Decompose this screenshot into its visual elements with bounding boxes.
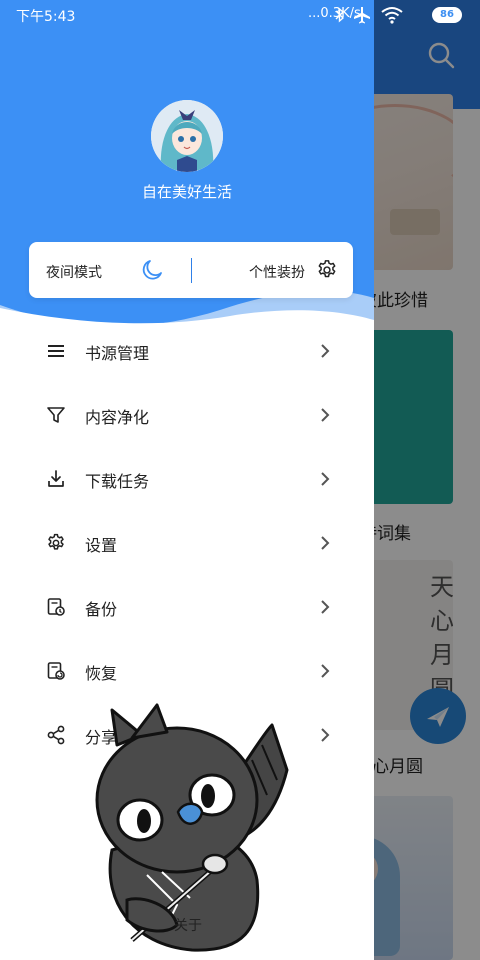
menu-item-label: 设置: [85, 536, 118, 555]
menu-item-label: 书源管理: [85, 344, 150, 363]
menu-item-settings[interactable]: 设置: [0, 512, 374, 576]
about-menu-item[interactable]: 关于: [174, 915, 202, 935]
menu-item-label: 下载任务: [85, 472, 150, 491]
share-icon: [47, 725, 65, 745]
chevron-right-icon: [321, 472, 330, 486]
menu-item-download-tasks[interactable]: 下载任务: [0, 448, 374, 512]
status-time: 下午5:43: [16, 9, 76, 25]
menu-item-book-source[interactable]: 书源管理: [0, 320, 374, 384]
avatar[interactable]: [151, 100, 223, 172]
navigation-drawer: 自在美好生活 夜间模式 个性装扮 书源管理 内容净化 下载任务 设置 备份 恢复…: [0, 0, 374, 960]
wifi-icon: [381, 7, 403, 24]
gear-icon: [318, 260, 336, 278]
chevron-right-icon: [321, 664, 330, 678]
menu-item-content-filter[interactable]: 内容净化: [0, 384, 374, 448]
menu-item-label: 内容净化: [85, 408, 150, 427]
restore-icon: [47, 662, 65, 680]
menu-item-label: 备份: [85, 600, 118, 619]
theme-customize-label: 个性装扮: [249, 265, 305, 281]
chevron-right-icon: [321, 344, 330, 358]
night-mode-toggle[interactable]: 夜间模式: [29, 242, 191, 298]
status-bar: 下午5:43 ...0.3K/s 86: [0, 0, 480, 30]
menu-item-restore[interactable]: 恢复: [0, 640, 374, 704]
chevron-right-icon: [321, 408, 330, 422]
status-icons: 86: [334, 6, 474, 24]
chevron-right-icon: [321, 536, 330, 550]
chevron-right-icon: [321, 600, 330, 614]
bluetooth-icon: [335, 7, 345, 23]
backup-icon: [47, 598, 65, 616]
quick-settings-card: 夜间模式 个性装扮: [29, 242, 353, 298]
list-icon: [48, 345, 64, 357]
menu-item-label: 恢复: [85, 664, 118, 683]
night-mode-label: 夜间模式: [46, 265, 102, 281]
gear-icon: [48, 533, 64, 550]
menu-item-backup[interactable]: 备份: [0, 576, 374, 640]
filter-icon: [47, 407, 65, 423]
theme-customize-button[interactable]: 个性装扮: [192, 242, 353, 298]
user-motto: 自在美好生活: [141, 183, 232, 201]
moon-icon: [142, 260, 162, 280]
battery-icon: 86: [432, 7, 462, 23]
chevron-right-icon: [321, 728, 330, 742]
airplane-icon: [354, 7, 370, 24]
download-icon: [48, 470, 64, 487]
